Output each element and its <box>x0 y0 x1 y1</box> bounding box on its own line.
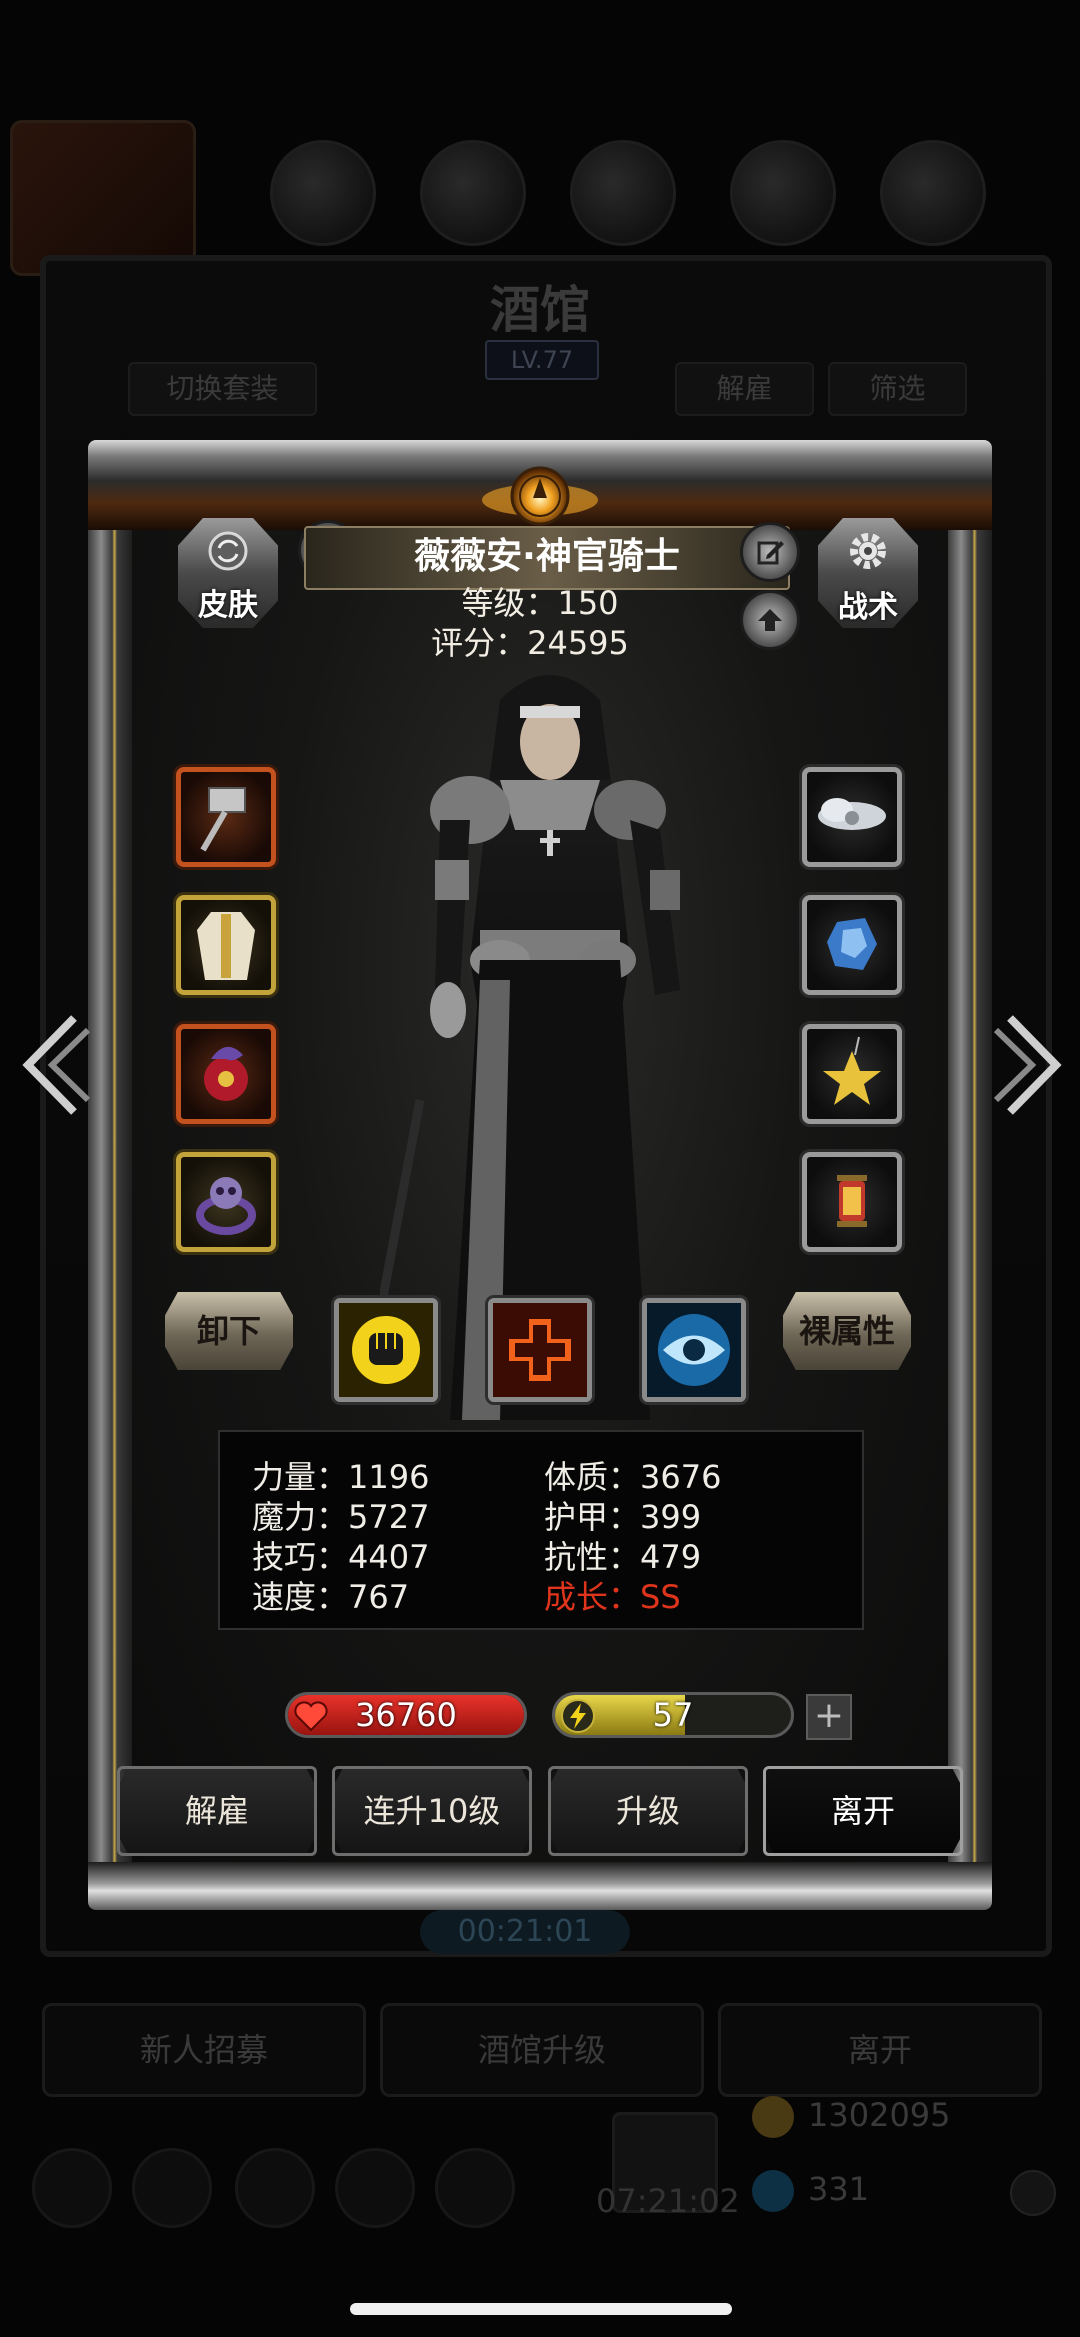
home-indicator[interactable] <box>350 2303 732 2315</box>
bg-nav-icon <box>132 2148 212 2228</box>
emblem-icon <box>482 466 598 526</box>
frame-left <box>88 480 132 1870</box>
bg-portrait <box>10 120 196 276</box>
bg-recruit-button: 新人招募 <box>42 2003 366 2097</box>
blue-crystal-icon <box>827 918 877 970</box>
skull-ring-icon <box>196 1177 256 1235</box>
equip-slot-ring[interactable] <box>176 1152 276 1252</box>
star-pendant-icon <box>823 1036 881 1105</box>
bg-menu-icon <box>420 140 526 246</box>
bg-menu-icon <box>880 140 986 246</box>
bg-nav-icon <box>435 2148 515 2228</box>
next-hero-arrow-icon[interactable] <box>990 1010 1070 1120</box>
frame-bottom <box>88 1862 992 1910</box>
bg-tab-filter: 筛选 <box>828 362 967 416</box>
lantern-icon <box>837 1175 867 1227</box>
previous-hero-arrow-icon[interactable] <box>14 1010 94 1120</box>
bg-leave-button: 离开 <box>718 2003 1042 2097</box>
rename-button[interactable] <box>740 522 800 582</box>
equip-slot-weapon[interactable] <box>176 767 276 867</box>
bg-nav-icon <box>335 2148 415 2228</box>
skin-label: 皮肤 <box>198 588 258 623</box>
equip-slot-charm-1[interactable] <box>802 767 902 867</box>
stat-growth: 成长：SS <box>544 1578 681 1616</box>
bg-nav-icon <box>235 2148 315 2228</box>
bg-timer: 00:21:01 <box>420 1910 630 1954</box>
leave-button[interactable]: 离开 <box>763 1766 963 1856</box>
level-up-button[interactable]: 升级 <box>548 1766 748 1856</box>
equip-slot-armor[interactable] <box>176 895 276 995</box>
bg-add-icon <box>1010 2170 1056 2216</box>
equip-slot-charm-4[interactable] <box>802 1152 902 1252</box>
skill-slot-3[interactable] <box>642 1298 746 1402</box>
bg-level: LV.77 <box>485 340 599 380</box>
bg-gold-amount: 1302095 <box>808 2096 951 2134</box>
equip-slot-necklace[interactable] <box>176 1024 276 1124</box>
stats-panel: 力量：1196 魔力：5727 技巧：4407 速度：767 体质：3676 护… <box>218 1430 864 1630</box>
tactics-label: 战术 <box>838 590 898 625</box>
cloud-charm-icon <box>818 798 886 830</box>
bg-menu-icon <box>570 140 676 246</box>
warhammer-icon <box>200 787 246 852</box>
bg-clock: 07:21:02 <box>596 2182 740 2220</box>
hp-bar: 36760 <box>285 1692 527 1738</box>
energy-bar: 57 <box>552 1692 794 1738</box>
dismiss-button[interactable]: 解雇 <box>117 1766 317 1856</box>
edit-icon <box>757 541 784 565</box>
refresh-icon <box>208 531 248 571</box>
bg-tab-dismiss: 解雇 <box>675 362 814 416</box>
equip-slot-charm-2[interactable] <box>802 895 902 995</box>
hp-value: 36760 <box>355 1696 457 1734</box>
energy-value: 57 <box>652 1696 694 1734</box>
gear-icon <box>850 533 886 569</box>
naked-stats-button[interactable]: 裸属性 <box>783 1292 911 1370</box>
level-up-10-button[interactable]: 连升10级 <box>332 1766 532 1856</box>
bg-gem-amount: 331 <box>808 2170 870 2208</box>
bg-gold-coin-icon <box>752 2096 794 2138</box>
stat-speed: 速度：767 <box>252 1578 410 1616</box>
bg-menu-icon <box>730 140 836 246</box>
dragon-amulet-icon <box>204 1046 248 1101</box>
bg-tab-switch-outfit: 切换套装 <box>128 362 317 416</box>
heal-cross-skill-icon <box>493 1303 587 1397</box>
frame-right <box>948 480 992 1870</box>
fist-skill-icon <box>339 1303 433 1397</box>
bg-menu-icon <box>270 140 376 246</box>
bg-title: 酒馆 <box>490 280 590 339</box>
eye-skill-icon <box>647 1303 741 1397</box>
unequip-button[interactable]: 卸下 <box>165 1292 293 1370</box>
skill-slot-1[interactable] <box>334 1298 438 1402</box>
add-energy-button[interactable]: + <box>806 1694 852 1740</box>
skin-button[interactable]: 皮肤 <box>178 518 278 628</box>
equip-slot-charm-3[interactable] <box>802 1024 902 1124</box>
bg-upgrade-tavern-button: 酒馆升级 <box>380 2003 704 2097</box>
bg-nav-icon <box>32 2148 112 2228</box>
hero-score: 评分：24595 <box>431 624 629 662</box>
skill-slot-2[interactable] <box>488 1298 592 1402</box>
tactics-button[interactable]: 战术 <box>818 518 918 628</box>
robe-icon <box>197 912 255 980</box>
bg-gem-icon <box>752 2170 794 2212</box>
